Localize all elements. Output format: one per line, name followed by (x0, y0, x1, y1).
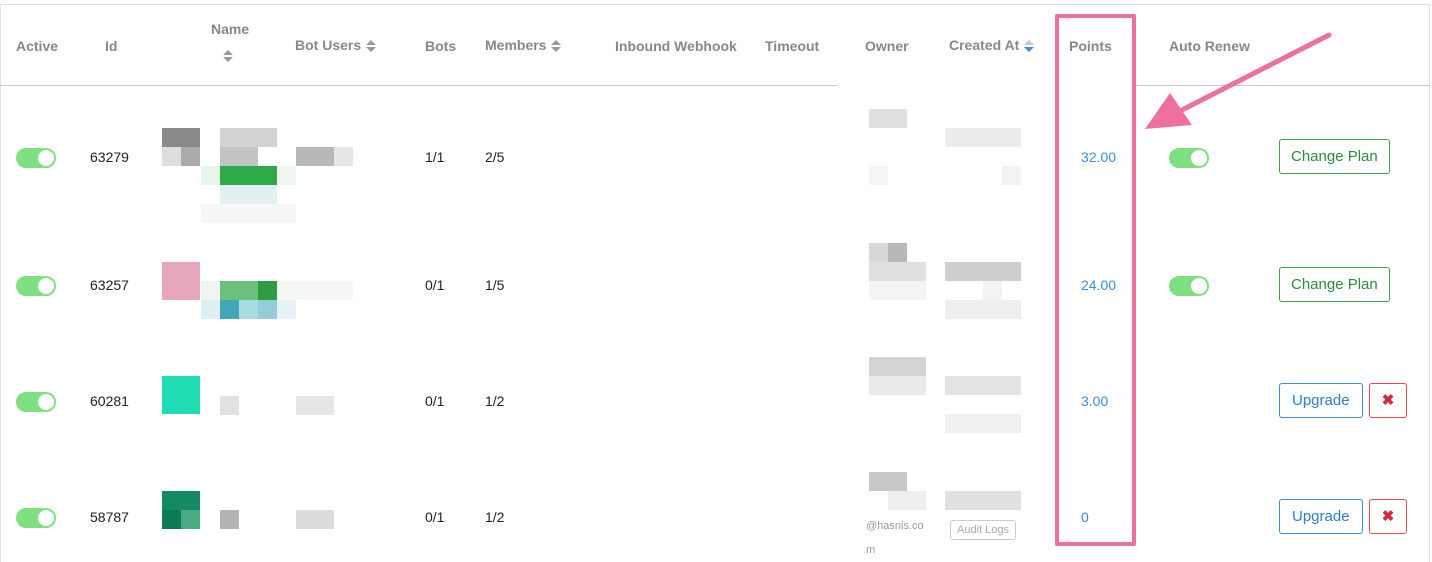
col-name-label: Name (211, 21, 250, 37)
points-highlight-box (1055, 14, 1136, 546)
row-id: 60281 (90, 393, 129, 409)
row-bots: 0/1 (425, 277, 445, 293)
col-bots: Bots (425, 38, 457, 54)
header-divider (0, 85, 837, 86)
active-toggle[interactable] (16, 148, 56, 168)
col-bot-users[interactable]: Bot Users (295, 37, 377, 53)
delete-icon[interactable]: ✖ (1369, 383, 1407, 418)
row-bots: 0/1 (425, 509, 445, 525)
row-id: 63279 (90, 149, 129, 165)
col-created-at[interactable]: Created At (949, 37, 1035, 53)
auto-renew-toggle[interactable] (1169, 148, 1209, 168)
row-id: 63257 (90, 277, 129, 293)
owner-email-end: m (866, 544, 876, 556)
delete-icon[interactable]: ✖ (1369, 499, 1407, 534)
col-created-at-label: Created At (949, 37, 1020, 53)
change-plan-button[interactable]: Change Plan (1279, 139, 1390, 174)
col-inbound-webhook: Inbound Webhook (615, 38, 737, 54)
row-members: 1/2 (485, 509, 505, 525)
active-toggle[interactable] (16, 508, 56, 528)
upgrade-button[interactable]: Upgrade (1279, 383, 1363, 418)
col-members[interactable]: Members (485, 37, 562, 53)
change-plan-button[interactable]: Change Plan (1279, 267, 1390, 302)
row-members: 2/5 (485, 149, 505, 165)
sort-desc-icon[interactable] (1024, 40, 1035, 53)
active-toggle[interactable] (16, 392, 56, 412)
header-divider-right (1134, 85, 1430, 86)
upgrade-button[interactable]: Upgrade (1279, 499, 1363, 534)
col-id: Id (105, 38, 118, 54)
row-members: 1/5 (485, 277, 505, 293)
row-members: 1/2 (485, 393, 505, 409)
col-name[interactable]: Name (211, 21, 249, 37)
row-id: 58787 (90, 509, 129, 525)
sort-icon[interactable] (366, 40, 377, 53)
audit-logs-button[interactable]: Audit Logs (950, 520, 1016, 540)
col-owner: Owner (865, 38, 909, 54)
row-bots: 1/1 (425, 149, 445, 165)
col-members-label: Members (485, 37, 547, 53)
col-auto-renew: Auto Renew (1169, 38, 1250, 54)
sort-icon[interactable] (551, 40, 562, 53)
auto-renew-toggle[interactable] (1169, 276, 1209, 296)
col-active: Active (16, 38, 59, 54)
col-bot-users-label: Bot Users (295, 37, 362, 53)
col-timeout: Timeout (765, 38, 820, 54)
active-toggle[interactable] (16, 276, 56, 296)
row-bots: 0/1 (425, 393, 445, 409)
owner-email: @hasnis.co (866, 520, 924, 532)
sort-icon[interactable] (223, 50, 233, 62)
